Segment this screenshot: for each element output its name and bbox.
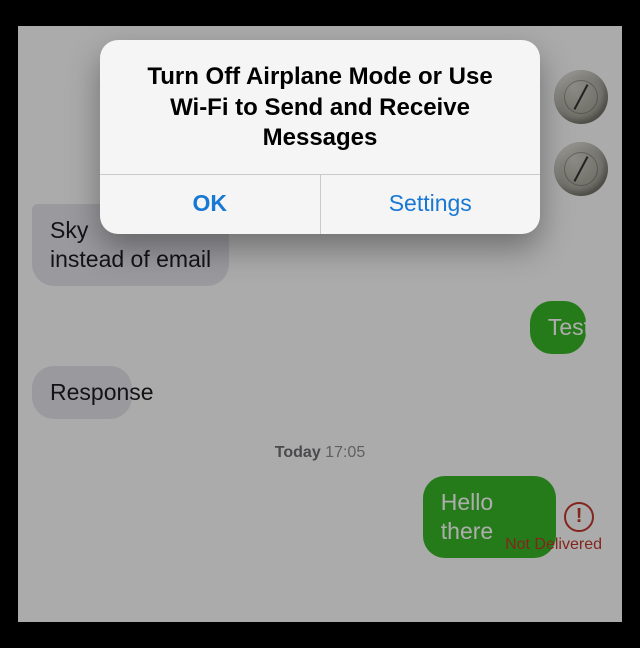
alert-title: Turn Off Airplane Mode or Use Wi-Fi to S… xyxy=(100,40,540,174)
alert-button-row: OK Settings xyxy=(100,174,540,234)
alert-ok-button[interactable]: OK xyxy=(100,175,320,234)
alert-settings-button[interactable]: Settings xyxy=(320,175,541,234)
alert-dialog: Turn Off Airplane Mode or Use Wi-Fi to S… xyxy=(100,40,540,234)
outer-frame: Sky instead of email Test Response Today… xyxy=(0,0,640,648)
messages-screen: Sky instead of email Test Response Today… xyxy=(18,26,622,622)
